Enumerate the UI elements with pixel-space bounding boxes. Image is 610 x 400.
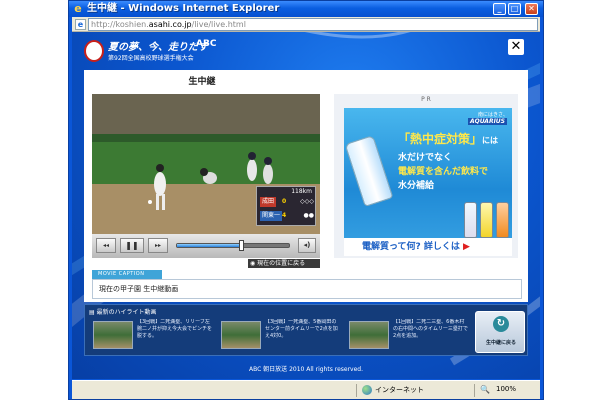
logo-abc: ABC	[196, 39, 217, 49]
highlight-description[interactable]: 【3回戦】一死満塁、5番岡田のセンター前タイムリーで2点を加え4対0。	[265, 319, 341, 351]
zoom-icon[interactable]: 🔍	[480, 385, 490, 394]
play-arrow-icon: ▶	[463, 242, 470, 252]
movie-caption-tab: MOVIE CAPTION	[92, 270, 162, 279]
bottle-image	[344, 134, 394, 208]
highlight-thumbnail[interactable]	[93, 321, 133, 349]
status-divider	[474, 384, 475, 397]
rewind-button[interactable]: ◂◂	[96, 238, 116, 253]
seek-bar[interactable]	[176, 240, 290, 251]
security-zone-label[interactable]: インターネット	[375, 385, 424, 395]
browser-window: e 生中継 - Windows Internet Explorer _ □ ✕ …	[68, 0, 544, 400]
ad-line: 水だけでなく	[398, 153, 453, 163]
close-popup-button[interactable]: ✕	[508, 39, 524, 55]
score-row: 成田 0 ◇◇◇	[260, 197, 314, 207]
list-icon: ▤	[89, 309, 97, 316]
score-row: 関東一 4 ●●	[260, 211, 314, 221]
address-field[interactable]: http://koshien.asahi.co.jp/live/live.htm…	[88, 18, 538, 31]
return-to-current-position-button[interactable]: ◉ 現在の位置に戻る	[248, 259, 320, 268]
address-bar: e http://koshien.asahi.co.jp/live/live.h…	[72, 17, 540, 32]
video-screen[interactable]: 118km 成田 0 ◇◇◇ 関東一 4 ●●	[92, 94, 320, 234]
status-divider	[356, 384, 357, 397]
copyright: ABC 朝日放送 2010 All rights reserved.	[248, 366, 364, 373]
ad-line: 電解質を含んだ飲料で	[398, 167, 489, 177]
bottle-image	[480, 202, 493, 238]
mascot-icon	[84, 40, 104, 62]
refresh-icon: ↻	[493, 316, 509, 332]
minimize-button[interactable]: _	[493, 3, 506, 15]
highlight-thumbnail[interactable]	[349, 321, 389, 349]
fast-forward-button[interactable]: ▸▸	[148, 238, 168, 253]
ad-line: 水分補給	[398, 181, 435, 191]
ad-headline-highlight: 「熱中症対策」	[398, 132, 483, 146]
highlight-item[interactable]: 【1回戦】二死二三塁、6番木村の右中間へのタイムリー三塁打で2点を追加。	[349, 319, 469, 353]
title-bar[interactable]: e 生中継 - Windows Internet Explorer _ □ ✕	[69, 1, 543, 17]
volume-button[interactable]: ◂)	[298, 238, 316, 253]
bases-indicator: ◇◇◇	[300, 198, 314, 205]
close-window-button[interactable]: ✕	[525, 3, 538, 15]
caption-text: 現在の甲子園 生中継動画	[92, 279, 522, 299]
url-prefix: http://koshien.	[91, 20, 149, 29]
ad-headline: 「熱中症対策」には	[398, 130, 498, 147]
globe-icon	[362, 385, 372, 395]
page-content: 夏の夢、今、走りだす ABC 第92回全国高校野球選手権大会 ✕ 生中継 118…	[72, 32, 540, 379]
window-title: 生中継 - Windows Internet Explorer	[87, 3, 280, 14]
team-score: 0	[282, 198, 287, 205]
player-controls: ◂◂ ❚❚ ▸▸ ◂)	[92, 234, 320, 258]
page-icon: e	[75, 19, 86, 30]
highlight-item[interactable]: 【3回戦】二死満塁、リリーフ左腕二ノ井が抑え今大会でピンチを脱する。	[93, 319, 213, 353]
video-player: 118km 成田 0 ◇◇◇ 関東一 4 ●● ◂◂ ❚❚ ▸▸ ◂)	[92, 94, 320, 258]
ad-tagline: 南にはきさ、	[477, 112, 508, 118]
url-path: /live/live.html	[191, 20, 246, 29]
scoreboard: 118km 成田 0 ◇◇◇ 関東一 4 ●●	[256, 186, 316, 226]
highlight-item[interactable]: 【3回戦】一死満塁、5番岡田のセンター前タイムリーで2点を加え4対0。	[221, 319, 341, 353]
tournament-logo: 夏の夢、今、走りだす ABC 第92回全国高校野球選手権大会	[84, 38, 224, 66]
url-host: asahi.co.jp	[148, 20, 192, 29]
return-label: 現在の位置に戻る	[257, 260, 306, 267]
highlights-header: ▤ 最新のハイライト動画	[89, 307, 156, 316]
status-bar: インターネット 🔍 100%	[72, 380, 540, 399]
main-panel: 生中継 118km 成田 0 ◇◇◇ 関東一 4 ●● ◂◂ ❚❚ ▸▸ ◂) …	[84, 70, 528, 302]
team-name: 成田	[260, 197, 277, 207]
pitch-speed: 118km	[291, 188, 312, 195]
team-name: 関東一	[260, 211, 283, 221]
seek-handle[interactable]	[238, 240, 244, 251]
highlights-title: 最新のハイライト動画	[96, 309, 157, 316]
logo-subtitle: 第92回全国高校野球選手権大会	[108, 55, 194, 62]
outs-indicator: ●●	[303, 212, 314, 219]
bottle-image	[464, 202, 477, 238]
ad-area: P R 南にはきさ、 AQUARIUS 「熱中症対策」には 水だけでなく 電解質…	[334, 94, 518, 258]
ad-footer-link[interactable]: 電解質って何? 詳しくは ▶	[344, 238, 512, 256]
ad-headline-suffix: には	[482, 136, 499, 145]
highlight-thumbnail[interactable]	[221, 321, 261, 349]
back-to-live-button[interactable]: ↻ 生中継に戻る	[475, 311, 525, 353]
highlight-description[interactable]: 【1回戦】二死二三塁、6番木村の右中間へのタイムリー三塁打で2点を追加。	[393, 319, 469, 351]
zoom-level[interactable]: 100%	[496, 385, 516, 393]
bottle-image	[496, 202, 509, 238]
seek-progress	[177, 244, 242, 247]
team-score: 4	[282, 212, 287, 219]
back-to-live-label: 生中継に戻る	[485, 340, 516, 346]
highlight-description[interactable]: 【3回戦】二死満塁、リリーフ左腕二ノ井が抑え今大会でピンチを脱する。	[137, 319, 213, 351]
highlights-strip: ▤ 最新のハイライト動画 【3回戦】二死満塁、リリーフ左腕二ノ井が抑え今大会でピ…	[84, 304, 528, 356]
logo-slogan: 夏の夢、今、走りだす	[108, 42, 208, 53]
pause-button[interactable]: ❚❚	[120, 238, 144, 253]
aquarius-ad-banner[interactable]: 南にはきさ、 AQUARIUS 「熱中症対策」には 水だけでなく 電解質を含んだ…	[344, 108, 512, 256]
live-title: 生中継	[188, 77, 216, 87]
ad-brand: AQUARIUS	[467, 118, 507, 125]
maximize-button[interactable]: □	[508, 3, 521, 15]
pr-label: P R	[421, 96, 431, 103]
ie-logo-icon: e	[74, 2, 82, 15]
ad-footer-text: 電解質って何? 詳しくは	[362, 242, 460, 252]
